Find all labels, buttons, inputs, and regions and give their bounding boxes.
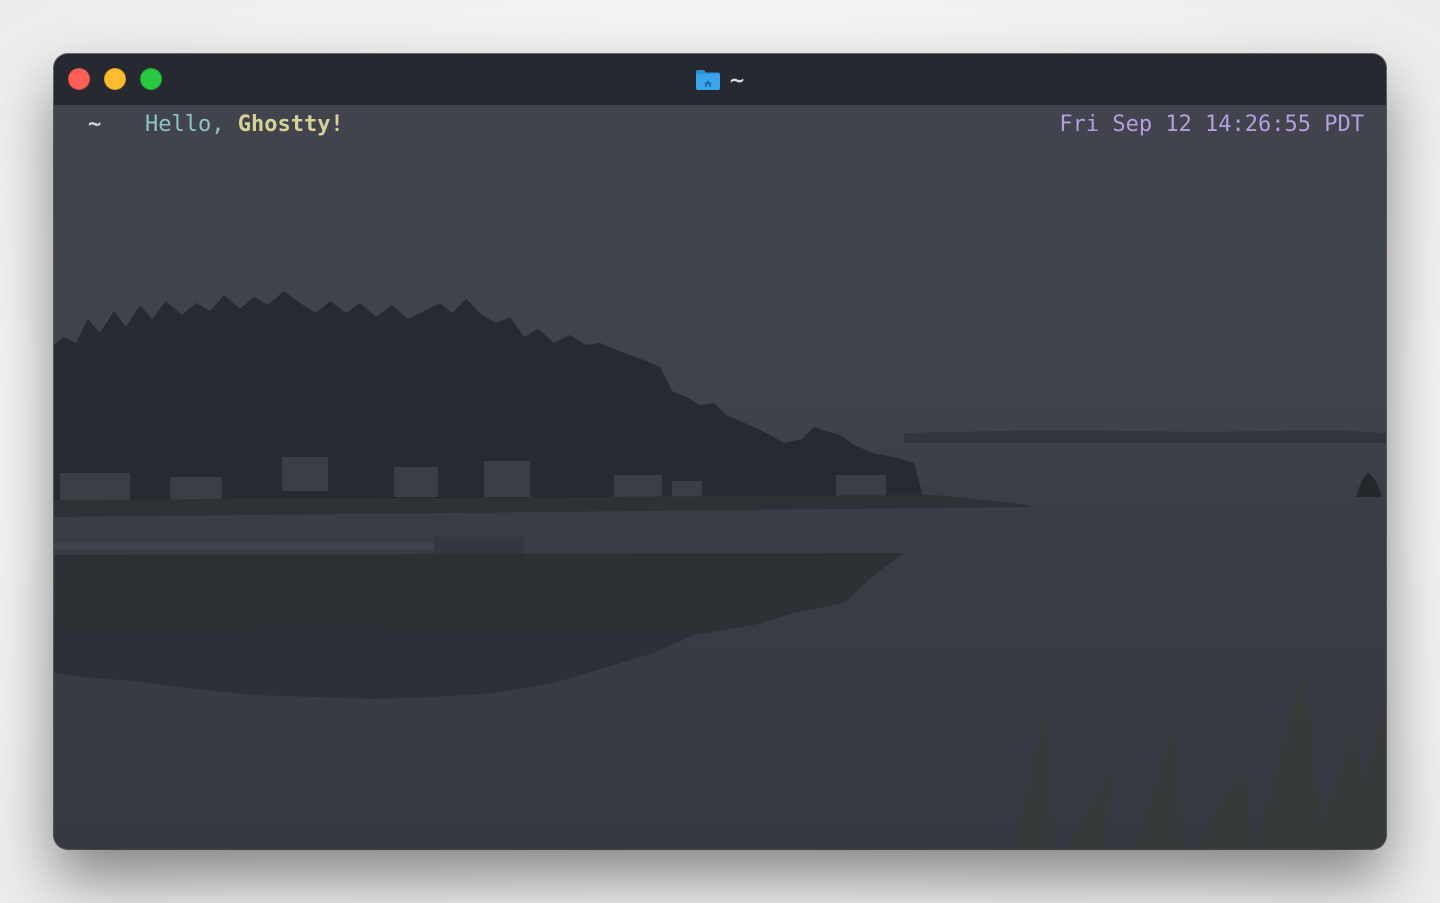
traffic-lights	[68, 68, 162, 90]
greeting-hello: Hello,	[145, 112, 238, 137]
terminal-prompt-line: ~ Hello, Ghostty! Fri Sep 12 14:26:55 PD…	[54, 105, 1386, 145]
desktop: ~ ~ Hello, Ghostty! Fri Sep 12 14:26:55 …	[0, 0, 1440, 903]
title-bar[interactable]: ~	[54, 54, 1386, 105]
close-button[interactable]	[68, 68, 90, 90]
prompt-cwd: ~	[88, 112, 102, 137]
home-folder-icon	[695, 69, 720, 90]
datetime-display: Fri Sep 12 14:26:55 PDT	[1059, 112, 1364, 137]
background-landscape-image	[54, 291, 1386, 849]
greeting-text: Hello, Ghostty!	[145, 105, 344, 145]
window-title-text: ~	[728, 67, 746, 92]
terminal-content[interactable]: ~ Hello, Ghostty! Fri Sep 12 14:26:55 PD…	[54, 105, 1386, 849]
window-title: ~	[695, 67, 746, 92]
greeting-name: Ghostty!	[237, 112, 344, 137]
terminal-window[interactable]: ~ ~ Hello, Ghostty! Fri Sep 12 14:26:55 …	[54, 54, 1386, 849]
maximize-button[interactable]	[140, 68, 162, 90]
minimize-button[interactable]	[104, 68, 126, 90]
